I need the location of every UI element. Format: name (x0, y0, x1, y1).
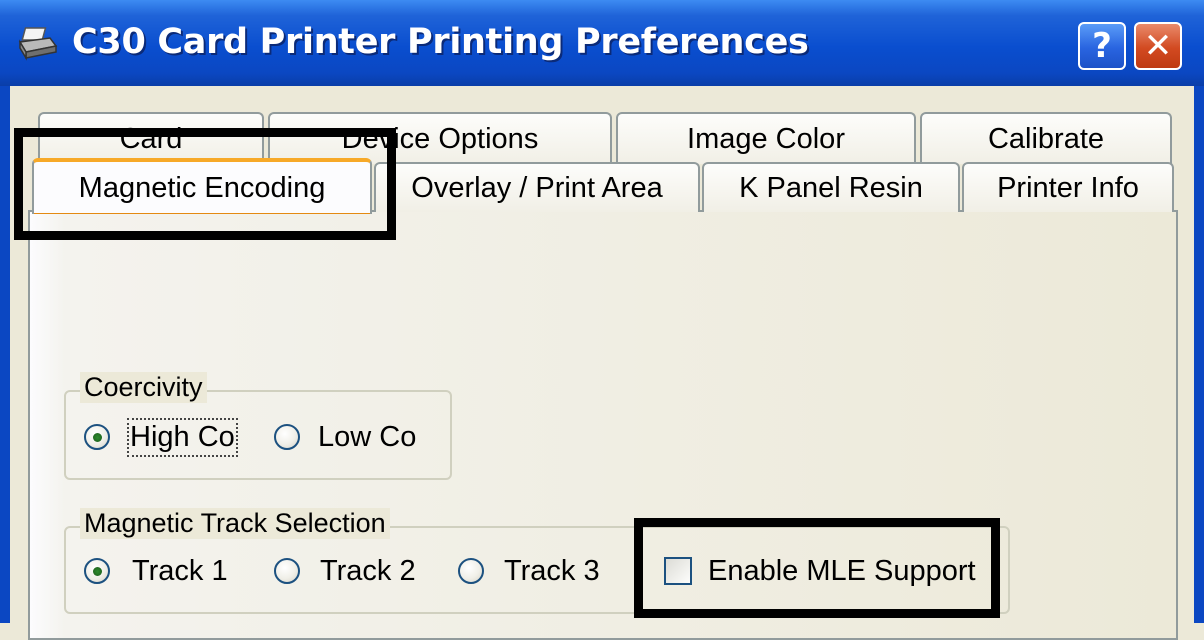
low-co-radio[interactable] (274, 424, 300, 450)
enable-mle-checkbox[interactable] (664, 557, 692, 585)
tab-k-panel-resin[interactable]: K Panel Resin (702, 162, 960, 212)
tab-overlay-print-area[interactable]: Overlay / Print Area (374, 162, 700, 212)
title-bar[interactable]: C30 Card Printer Printing Preferences ? … (0, 0, 1204, 86)
low-co-label[interactable]: Low Co (318, 421, 416, 454)
enable-mle-label[interactable]: Enable MLE Support (708, 555, 976, 588)
track-2-label[interactable]: Track 2 (320, 555, 416, 588)
coercivity-label: Coercivity (80, 372, 207, 403)
tab-image-color[interactable]: Image Color (616, 112, 916, 164)
track-selection-label: Magnetic Track Selection (80, 508, 390, 539)
track-1-radio[interactable] (84, 558, 110, 584)
tab-magnetic-encoding[interactable]: Magnetic Encoding (32, 158, 372, 214)
tab-device-options[interactable]: Device Options (268, 112, 612, 164)
close-button[interactable]: ✕ (1134, 22, 1182, 70)
help-button[interactable]: ? (1078, 22, 1126, 70)
window-border-left (0, 86, 10, 623)
printer-icon (16, 26, 60, 62)
track-3-label[interactable]: Track 3 (504, 555, 600, 588)
high-co-radio[interactable] (84, 424, 110, 450)
window-title: C30 Card Printer Printing Preferences (72, 22, 809, 62)
window-border-right (1194, 86, 1204, 623)
high-co-label[interactable]: High Co (127, 418, 238, 457)
tab-calibrate[interactable]: Calibrate (920, 112, 1172, 164)
track-3-radio[interactable] (458, 558, 484, 584)
tab-printer-info[interactable]: Printer Info (962, 162, 1174, 212)
track-1-label[interactable]: Track 1 (132, 555, 228, 588)
tab-card[interactable]: Card (38, 112, 264, 164)
track-2-radio[interactable] (274, 558, 300, 584)
